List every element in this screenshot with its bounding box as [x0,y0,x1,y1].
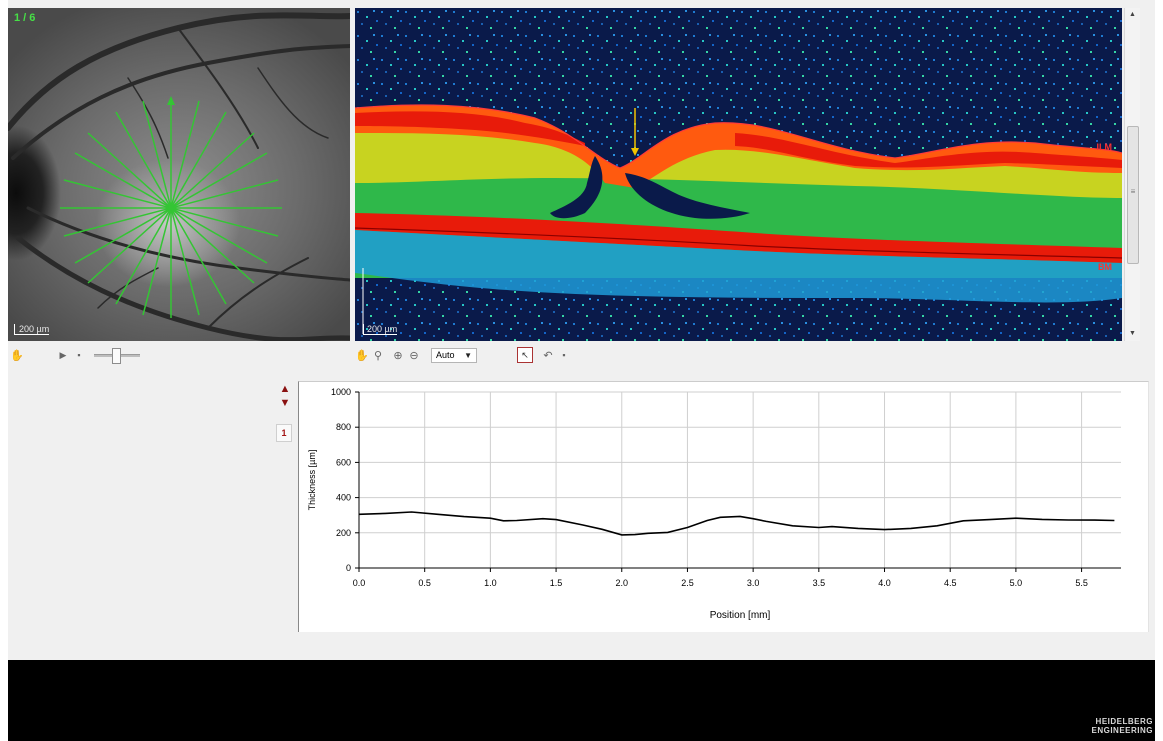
scan-direction-arrow [167,96,175,105]
ilm-layer-label: ILM [1096,142,1113,152]
x-tick-label: 5.5 [1075,578,1088,588]
hand-icon[interactable]: ✋ [355,347,369,363]
y-tick-label: 800 [336,422,351,432]
oct-scale-bar: 200 µm [363,324,398,335]
brand-logo: HEIDELBERG ENGINEERING [1091,717,1153,735]
hand-icon[interactable]: ✋ [10,347,24,363]
x-tick-label: 2.0 [616,578,629,588]
y-tick-label: 200 [336,528,351,538]
x-tick-label: 3.5 [813,578,826,588]
play-icon[interactable]: ▶ [56,347,70,363]
scroll-down-arrow-icon[interactable]: ▼ [1125,327,1140,341]
brand-line-1: HEIDELBERG [1095,717,1153,726]
scroll-thumb[interactable]: ≡ [1127,126,1139,264]
fundus-image[interactable]: 1 / 6 200 µm [8,8,350,341]
y-tick-label: 1000 [331,387,351,397]
y-tick-label: 0 [346,563,351,573]
x-tick-label: 0.0 [353,578,366,588]
x-axis-label: Position [mm] [710,610,771,621]
speed-slider[interactable] [94,347,140,364]
x-tick-label: 3.0 [747,578,760,588]
oct-toolbar: ✋ ⚲ ⊕ ⊖ Auto ▼ ↖ ↶ ▪ [355,346,573,364]
fundus-toolbar: ✋ ▶ ▪ [10,346,140,364]
x-tick-label: 0.5 [418,578,431,588]
oct-layers [355,8,1122,341]
chevron-down-icon: ▼ [464,350,472,360]
save-icon[interactable]: ▪ [557,347,571,363]
x-tick-label: 2.5 [681,578,694,588]
y-tick-labels: 0 200 400 600 800 1000 [331,387,351,573]
x-tick-labels: 0.0 0.5 1.0 1.5 2.0 2.5 3.0 3.5 4.0 4.5 5.0 5.5 [353,578,1088,588]
chart-axes [355,391,1121,572]
footer-bar: HEIDELBERG ENGINEERING [8,660,1155,741]
chart-grid [358,391,1121,569]
select-tool-icon[interactable]: ↖ [517,347,533,363]
app-window: 1 / 6 200 µm ILM BM 200 µm ▲ ≡ ▼ ✋ ▶ ▪ ✋… [8,0,1155,741]
y-axis-label: Thickness [µm] [307,450,317,511]
fundus-scale-bar: 200 µm [14,324,50,335]
x-tick-label: 4.0 [878,578,891,588]
y-tick-label: 400 [336,493,351,503]
move-up-arrow-icon[interactable]: ▲ [279,384,291,395]
scroll-up-arrow-icon[interactable]: ▲ [1125,8,1140,22]
thickness-chart-panel: 0 200 400 600 800 1000 0.0 0.5 1.0 1.5 2.0 2.5 3.0 3… [298,381,1149,632]
x-tick-label: 4.5 [944,578,957,588]
bm-layer-label: BM [1098,262,1112,272]
magnifier-icon[interactable]: ⚲ [371,347,385,363]
image-counter: 1 / 6 [14,12,36,24]
x-tick-label: 1.5 [550,578,563,588]
brand-line-2: ENGINEERING [1091,726,1153,735]
oct-scrollbar[interactable]: ▲ ≡ ▼ [1124,8,1140,341]
selected-scan-index[interactable]: 1 [276,424,292,442]
zoom-in-icon[interactable]: ⊕ [391,347,405,363]
save-icon[interactable]: ▪ [72,347,86,363]
thickness-chart: 0 200 400 600 800 1000 0.0 0.5 1.0 1.5 2.0 2.5 3.0 3… [307,387,1121,621]
zoom-dropdown[interactable]: Auto ▼ [431,347,477,363]
grip-icon: ≡ [1130,187,1136,196]
undo-icon[interactable]: ↶ [541,347,555,363]
x-tick-label: 5.0 [1010,578,1023,588]
y-tick-label: 600 [336,457,351,467]
series-line-thickness [358,511,1115,536]
zoom-out-icon[interactable]: ⊖ [407,347,421,363]
move-down-arrow-icon[interactable]: ▼ [279,398,291,409]
fundus-vessels [8,12,350,341]
x-tick-label: 1.0 [484,578,497,588]
zoom-value: Auto [436,350,455,360]
slider-thumb[interactable] [112,348,121,364]
oct-bscan-image[interactable]: ILM BM 200 µm [355,8,1122,341]
